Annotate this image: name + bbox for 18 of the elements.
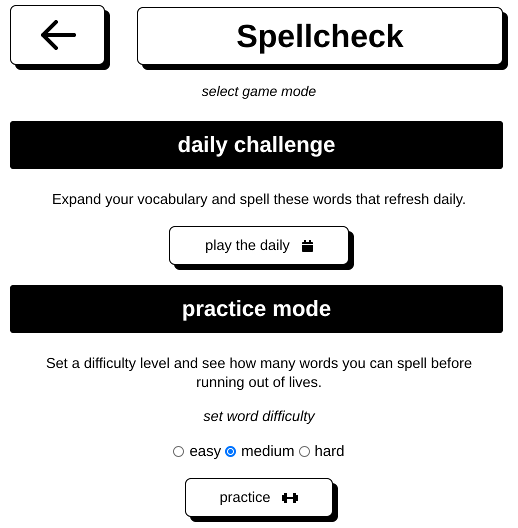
option-label: medium [241, 443, 294, 460]
calendar-icon [302, 240, 313, 252]
option-label: easy [189, 443, 222, 460]
radio-button[interactable] [173, 446, 184, 457]
difficulty-label: set word difficulty [202, 409, 316, 425]
dumbbell-icon [282, 492, 298, 502]
radio-button[interactable] [225, 446, 236, 457]
section-description: Set a difficulty level and see how many words you can spell before running out of lives. [44, 355, 474, 393]
option-label: hard [314, 443, 345, 460]
difficulty-option[interactable]: easy [173, 443, 222, 460]
section-heading: daily challenge [10, 121, 503, 169]
subtitle: select game mode [200, 83, 318, 99]
difficulty-option[interactable]: medium [225, 443, 294, 460]
back-arrow-icon [40, 20, 76, 50]
section-description: Expand your vocabulary and spell these words that refresh daily. [50, 191, 467, 210]
difficulty-option[interactable]: hard [298, 443, 345, 460]
radio-button[interactable] [298, 446, 310, 457]
section-heading: practice mode [10, 285, 503, 333]
